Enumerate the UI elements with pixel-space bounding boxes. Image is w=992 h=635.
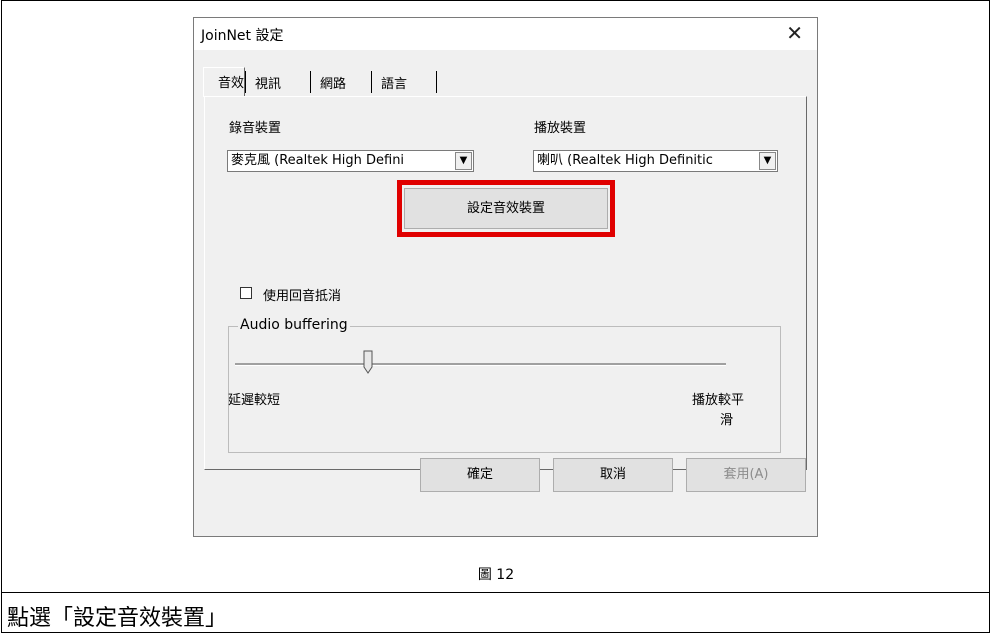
tab-network-label: 網路	[320, 77, 347, 92]
dialog-title: JoinNet 設定	[201, 28, 284, 44]
slider-max-label-line1: 播放較平	[692, 393, 745, 408]
playback-device-value: 喇叭 (Realtek High Definitic	[537, 153, 713, 168]
tab-video-label: 視訊	[255, 77, 282, 92]
ok-button[interactable]: 確定	[420, 458, 540, 492]
slider-max-label-line2: 滑	[720, 413, 734, 428]
cancel-button[interactable]: 取消	[553, 458, 673, 492]
audio-buffering-title: Audio buffering	[238, 317, 350, 333]
tab-network[interactable]: 網路	[310, 69, 371, 95]
figure-caption: 圖 12	[477, 567, 515, 583]
tab-separator	[245, 71, 246, 93]
table-row-divider	[1, 592, 990, 593]
buffering-slider-track[interactable]	[235, 363, 726, 366]
tab-separator	[310, 71, 311, 93]
playback-device-label: 播放裝置	[534, 121, 587, 136]
record-device-select[interactable]: 麥克風 (Realtek High Defini ▼	[227, 150, 474, 172]
tab-separator	[371, 71, 372, 93]
tab-audio-label: 音效	[218, 76, 245, 91]
chevron-down-icon[interactable]: ▼	[759, 152, 776, 170]
tab-video[interactable]: 視訊	[245, 69, 310, 95]
tab-language-label: 語言	[381, 77, 408, 92]
record-device-label: 錄音裝置	[229, 121, 282, 136]
close-icon[interactable]: ✕	[786, 21, 803, 45]
instruction-text: 點選「設定音效裝置」	[7, 606, 228, 631]
highlight-box	[397, 180, 615, 237]
tab-separator	[436, 71, 437, 93]
buffering-slider-thumb[interactable]	[363, 350, 373, 374]
echo-cancel-label: 使用回音抵消	[263, 289, 342, 304]
playback-device-select[interactable]: 喇叭 (Realtek High Definitic ▼	[533, 150, 778, 172]
title-bar: JoinNet 設定 ✕	[194, 18, 817, 50]
tab-audio[interactable]: 音效	[203, 67, 245, 97]
record-device-value: 麥克風 (Realtek High Defini	[231, 153, 405, 168]
apply-button[interactable]: 套用(A)	[686, 458, 806, 492]
tab-language[interactable]: 語言	[371, 69, 437, 95]
chevron-down-icon[interactable]: ▼	[455, 152, 472, 170]
slider-min-label: 延遲較短	[228, 393, 281, 408]
echo-cancel-checkbox[interactable]	[240, 287, 252, 299]
